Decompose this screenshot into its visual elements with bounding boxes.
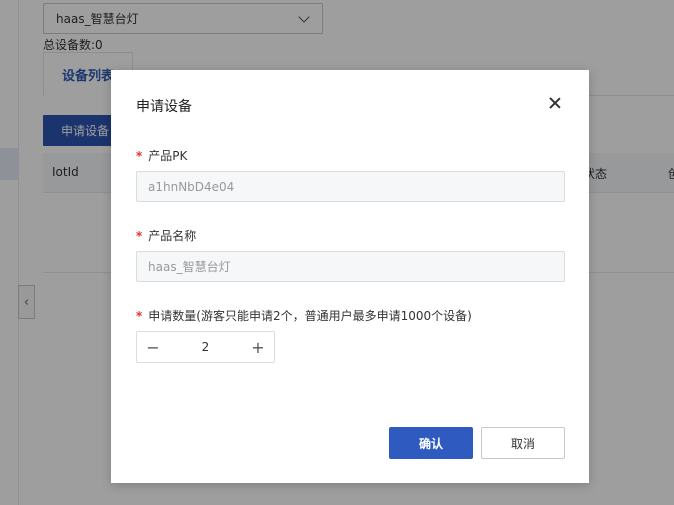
- product-pk-input[interactable]: [136, 171, 565, 202]
- quantity-value[interactable]: 2: [169, 340, 242, 354]
- close-icon[interactable]: [547, 95, 563, 111]
- product-name-label: * 产品名称: [136, 229, 197, 243]
- required-mark: *: [136, 309, 143, 323]
- minus-icon[interactable]: −: [137, 332, 169, 362]
- quantity-stepper: − 2 +: [136, 331, 275, 363]
- product-name-input[interactable]: [136, 251, 565, 282]
- quantity-label: * 申请数量(游客只能申请2个，普通用户最多申请1000个设备): [136, 309, 472, 323]
- dialog-title: 申请设备: [136, 99, 192, 115]
- cancel-button[interactable]: 取消: [481, 427, 565, 459]
- plus-icon[interactable]: +: [242, 332, 274, 362]
- apply-device-dialog: 申请设备 *产品PK *产品名称 *申请数量(游客只能申请2个，普通用户最多申请…: [111, 70, 589, 483]
- required-mark: *: [136, 229, 143, 243]
- confirm-button[interactable]: 确认: [389, 427, 473, 459]
- required-mark: *: [136, 149, 143, 163]
- product-pk-label: * 产品PK: [136, 149, 188, 163]
